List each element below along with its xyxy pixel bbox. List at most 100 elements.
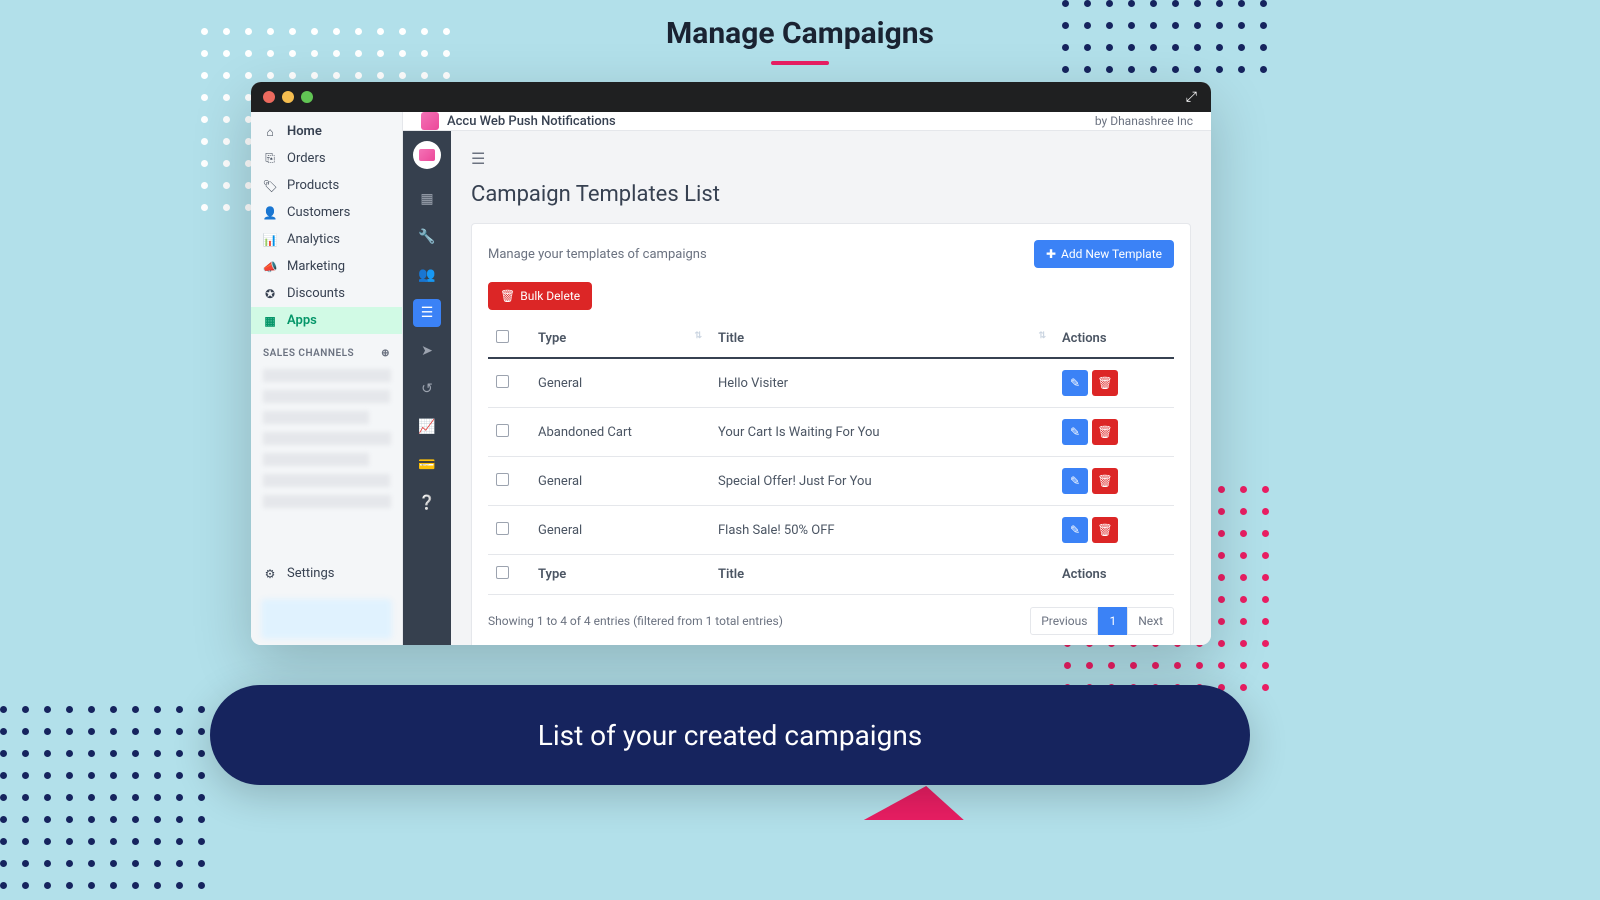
- row-title: Special Offer! Just For You: [710, 457, 1054, 506]
- app-nav-tools[interactable]: 🔧: [413, 223, 441, 251]
- nav-label: Apps: [287, 313, 317, 328]
- col-type: Type: [538, 331, 566, 346]
- apps-icon: ▦: [263, 314, 277, 328]
- home-icon: ⌂: [263, 125, 277, 139]
- nav-label: Home: [287, 124, 322, 139]
- app-nav-chart[interactable]: 📈: [413, 413, 441, 441]
- table-row: GeneralFlash Sale! 50% OFF ✎🗑: [488, 506, 1174, 555]
- app-sidebar-logo: [413, 141, 441, 169]
- app-sidebar: ▦ 🔧 👥 ☰ ➤ ↺ 📈 💳 ❔: [403, 131, 451, 645]
- prev-button[interactable]: Previous: [1030, 607, 1098, 635]
- col-title: Title: [718, 331, 744, 346]
- edit-button[interactable]: ✎: [1062, 468, 1088, 494]
- app-nav-send[interactable]: ➤: [413, 337, 441, 365]
- edit-button[interactable]: ✎: [1062, 370, 1088, 396]
- maximize-icon[interactable]: [301, 91, 313, 103]
- blurred-channel: [263, 411, 369, 424]
- app-logo-icon: [421, 112, 439, 130]
- sort-icon[interactable]: ⇅: [1038, 331, 1046, 341]
- delete-button[interactable]: 🗑: [1092, 370, 1118, 396]
- sidebar: ⌂ Home ⎘ Orders 🏷Products 👤 Customers 📊 Anal…: [251, 112, 403, 645]
- history-icon: ↺: [421, 381, 433, 397]
- minimize-icon[interactable]: [282, 91, 294, 103]
- table-row: GeneralSpecial Offer! Just For You✎🗑: [488, 457, 1174, 506]
- delete-button[interactable]: 🗑: [1092, 468, 1118, 494]
- row-title: Your Cart Is Waiting For You: [710, 408, 1054, 457]
- nav-label: Orders: [287, 151, 326, 166]
- user-icon: 👤: [263, 206, 277, 220]
- blurred-channel: [263, 390, 390, 403]
- card-icon: 💳: [418, 457, 435, 473]
- nav-label: Customers: [287, 205, 350, 220]
- analytics-icon: 📊: [263, 233, 277, 247]
- app-nav-history[interactable]: ↺: [413, 375, 441, 403]
- expand-icon[interactable]: ⤢: [1186, 89, 1197, 105]
- sidebar-item-marketing[interactable]: 📣 Marketing: [251, 253, 402, 280]
- sidebar-item-orders[interactable]: ⎘ Orders: [251, 145, 402, 172]
- sidebar-item-discounts[interactable]: ✪Discounts: [251, 280, 402, 307]
- blurred-channel: [263, 453, 369, 466]
- app-nav-list[interactable]: ☰: [413, 299, 441, 327]
- decorative-dots-top-right: [1062, 0, 1267, 73]
- app-nav-billing[interactable]: 💳: [413, 451, 441, 479]
- blurred-channel: [263, 369, 391, 382]
- list-icon: ☰: [421, 305, 434, 321]
- decorative-dots-bottom-left: [0, 706, 205, 889]
- blurred-channel: [263, 432, 391, 445]
- row-title: Flash Sale! 50% OFF: [710, 506, 1054, 555]
- discount-icon: ✪: [263, 287, 277, 301]
- add-template-button[interactable]: ✚Add New Template: [1034, 240, 1174, 268]
- sidebar-item-settings[interactable]: ⚙ Settings: [251, 560, 402, 587]
- title-underline: [771, 61, 829, 65]
- grid-icon: ▦: [420, 191, 433, 207]
- page-1-button[interactable]: 1: [1098, 607, 1127, 635]
- window-titlebar: ⤢: [251, 82, 1211, 112]
- row-checkbox[interactable]: [496, 473, 509, 486]
- users-icon: 👥: [418, 267, 435, 283]
- edit-button[interactable]: ✎: [1062, 419, 1088, 445]
- app-nav-help[interactable]: ❔: [413, 489, 441, 517]
- hamburger-icon[interactable]: ☰: [471, 149, 485, 168]
- add-channel-icon[interactable]: ⊕: [381, 348, 390, 359]
- nav-label: Settings: [287, 566, 334, 581]
- row-type: General: [530, 506, 710, 555]
- sort-icon[interactable]: ⇅: [694, 331, 702, 341]
- sidebar-item-customers[interactable]: 👤 Customers: [251, 199, 402, 226]
- col-actions: Actions: [1062, 331, 1107, 346]
- chart-icon: 📈: [418, 419, 435, 435]
- edit-button[interactable]: ✎: [1062, 517, 1088, 543]
- templates-table: Type⇅ Title⇅ Actions GeneralHello Visite…: [488, 320, 1174, 595]
- sidebar-item-home[interactable]: ⌂ Home: [251, 118, 402, 145]
- row-title: Hello Visiter: [710, 358, 1054, 408]
- nav-label: Marketing: [287, 259, 345, 274]
- row-checkbox[interactable]: [496, 375, 509, 388]
- row-checkbox[interactable]: [496, 522, 509, 535]
- row-checkbox[interactable]: [496, 424, 509, 437]
- app-title: Accu Web Push Notifications: [447, 114, 616, 129]
- checkbox[interactable]: [496, 566, 509, 579]
- select-all-checkbox[interactable]: [496, 330, 509, 343]
- caption-pill: List of your created campaigns: [210, 685, 1250, 785]
- gear-icon: ⚙: [263, 567, 277, 581]
- trash-icon: 🗑: [500, 289, 515, 303]
- next-button[interactable]: Next: [1127, 607, 1174, 635]
- blurred-card: [261, 599, 392, 639]
- bulk-delete-button[interactable]: 🗑Bulk Delete: [488, 282, 592, 310]
- marketing-icon: 📣: [263, 260, 277, 274]
- tag-icon: 🏷: [263, 179, 277, 193]
- nav-label: Analytics: [287, 232, 340, 247]
- sidebar-item-products[interactable]: 🏷Products: [251, 172, 402, 199]
- sidebar-item-apps[interactable]: ▦ Apps: [251, 307, 402, 334]
- row-type: General: [530, 358, 710, 408]
- delete-button[interactable]: 🗑: [1092, 419, 1118, 445]
- plus-icon: ✚: [1046, 247, 1056, 261]
- app-nav-grid[interactable]: ▦: [413, 185, 441, 213]
- row-type: Abandoned Cart: [530, 408, 710, 457]
- channels-heading: SALES CHANNELS⊕: [251, 334, 402, 365]
- orders-icon: ⎘: [263, 152, 277, 166]
- close-icon[interactable]: [263, 91, 275, 103]
- delete-button[interactable]: 🗑: [1092, 517, 1118, 543]
- sidebar-item-analytics[interactable]: 📊 Analytics: [251, 226, 402, 253]
- app-nav-users[interactable]: 👥: [413, 261, 441, 289]
- templates-card: Manage your templates of campaigns ✚Add …: [471, 223, 1191, 645]
